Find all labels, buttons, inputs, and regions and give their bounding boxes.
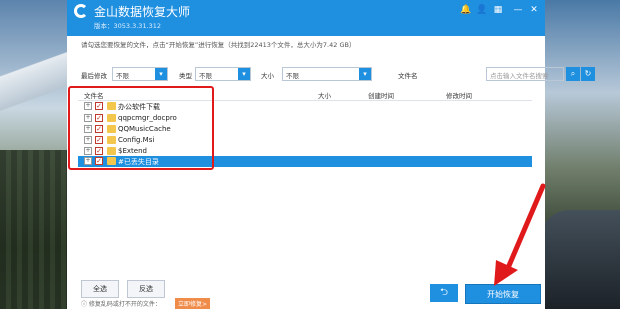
close-icon[interactable]: ✕ [527, 3, 541, 17]
search-icon[interactable]: ⌕ [566, 67, 580, 81]
title-bar[interactable]: 金山数据恢复大师 版本：3053.3.31.312 🔔 👤 ▦ — ✕ [67, 0, 545, 36]
type-filter-value: 不限 [199, 72, 212, 80]
column-size[interactable]: 大小 [318, 90, 331, 100]
filter-bar: 最后修改 不限 ▾ 类型 不限 ▾ 大小 不限 ▾ 文件名 [81, 67, 541, 83]
modified-filter-select[interactable]: 不限 ▾ [112, 67, 168, 81]
person-icon[interactable]: 👤 [475, 3, 489, 17]
chevron-down-icon: ▾ [238, 68, 250, 80]
annotation-highlight-box [68, 86, 214, 170]
type-filter-label: 类型 [179, 72, 192, 80]
filename-filter-label: 文件名 [398, 72, 418, 80]
background-trees [0, 150, 68, 309]
size-filter-select[interactable]: 不限 ▾ [282, 67, 372, 81]
refresh-icon[interactable]: ↻ [581, 67, 595, 81]
background-truck [540, 210, 620, 309]
column-modified[interactable]: 修改时间 [446, 90, 472, 100]
size-filter-label: 大小 [261, 72, 274, 80]
app-logo-icon [74, 4, 88, 18]
invert-selection-button[interactable]: 反选 [127, 280, 165, 298]
modified-filter-value: 不限 [116, 72, 129, 80]
filename-search-input[interactable]: 点击输入文件名搜索 [486, 67, 564, 81]
background-mountain [0, 30, 68, 120]
select-all-button[interactable]: 全选 [81, 280, 119, 298]
back-button[interactable]: ⮌ [430, 284, 458, 302]
scan-result-hint: 请勾选您要恢复的文件，点击“开始恢复”进行恢复（共找到22413个文件，总大小为… [81, 41, 356, 49]
size-filter-value: 不限 [286, 72, 299, 80]
footer-note: ⓘ 修复乱码或打不开的文件： [81, 299, 161, 308]
bell-icon[interactable]: 🔔 [459, 3, 473, 17]
modified-filter-label: 最后修改 [81, 72, 107, 80]
back-arrow-icon: ⮌ [439, 287, 448, 298]
column-created[interactable]: 创建时间 [368, 90, 394, 100]
annotation-arrow-icon [494, 183, 546, 286]
minimize-icon[interactable]: — [511, 3, 525, 17]
footer-note-text: 修复乱码或打不开的文件： [88, 301, 161, 308]
app-version: 版本：3053.3.31.312 [94, 22, 162, 30]
app-title: 金山数据恢复大师 [94, 5, 191, 19]
grid-icon[interactable]: ▦ [491, 3, 505, 17]
repair-now-link[interactable]: 立即修复> [175, 298, 211, 309]
info-icon: ⓘ [81, 301, 89, 308]
chevron-down-icon: ▾ [359, 68, 371, 80]
chevron-down-icon: ▾ [155, 68, 167, 80]
type-filter-select[interactable]: 不限 ▾ [195, 67, 251, 81]
